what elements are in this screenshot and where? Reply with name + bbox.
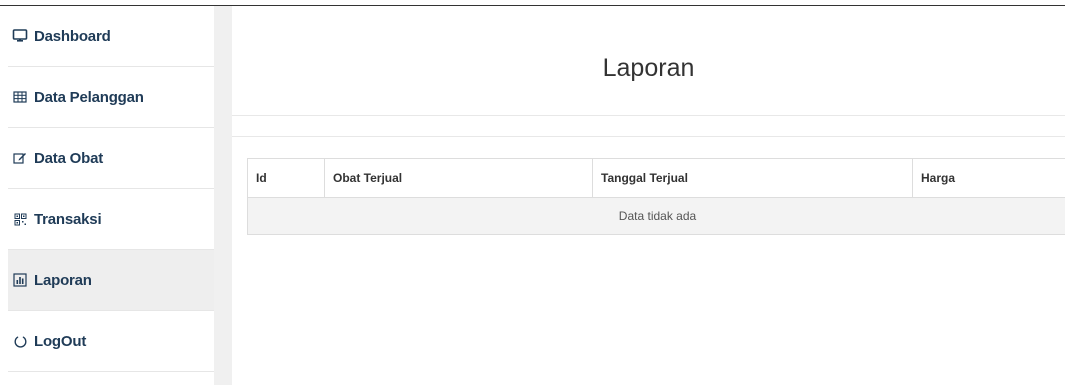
qrcode-icon — [12, 211, 28, 227]
sidebar-item-label: Transaksi — [34, 210, 102, 228]
sidebar-item-logout[interactable]: LogOut — [8, 311, 214, 372]
report-table: Id Obat Terjual Tanggal Terjual Harga Da… — [247, 158, 1065, 235]
sidebar-gutter — [214, 6, 232, 385]
sidebar: Dashboard Data Pelanggan Data Obat Trans… — [8, 6, 214, 385]
chart-icon — [12, 272, 28, 288]
table-row: Data tidak ada — [247, 197, 1065, 235]
edit-icon — [12, 150, 28, 166]
column-header-id: Id — [247, 158, 325, 198]
sidebar-item-dashboard[interactable]: Dashboard — [8, 6, 214, 67]
table-icon — [12, 89, 28, 105]
column-header-tanggal-terjual: Tanggal Terjual — [592, 158, 913, 198]
table-header-row: Id Obat Terjual Tanggal Terjual Harga — [247, 158, 1065, 198]
page-title: Laporan — [602, 54, 695, 82]
divider — [232, 115, 1065, 116]
power-icon — [12, 333, 28, 349]
monitor-icon — [12, 28, 28, 44]
report-table-container: Id Obat Terjual Tanggal Terjual Harga Da… — [247, 158, 1065, 235]
sidebar-item-transaksi[interactable]: Transaksi — [8, 189, 214, 250]
sidebar-item-label: Dashboard — [34, 27, 111, 45]
column-header-harga: Harga — [912, 158, 1065, 198]
sidebar-item-data-obat[interactable]: Data Obat — [8, 128, 214, 189]
main-content: Laporan Id Obat Terjual Tanggal Terjual … — [232, 6, 1065, 385]
sidebar-item-label: Laporan — [34, 271, 92, 289]
sidebar-item-label: Data Pelanggan — [34, 88, 144, 106]
sidebar-item-label: Data Obat — [34, 149, 104, 167]
sidebar-item-laporan[interactable]: Laporan — [8, 250, 214, 311]
sidebar-item-label: LogOut — [34, 332, 87, 350]
column-header-obat-terjual: Obat Terjual — [324, 158, 593, 198]
sidebar-item-data-pelanggan[interactable]: Data Pelanggan — [8, 67, 214, 128]
app-window: Dashboard Data Pelanggan Data Obat Trans… — [0, 0, 1065, 385]
empty-message: Data tidak ada — [247, 197, 1065, 235]
divider — [232, 136, 1065, 137]
